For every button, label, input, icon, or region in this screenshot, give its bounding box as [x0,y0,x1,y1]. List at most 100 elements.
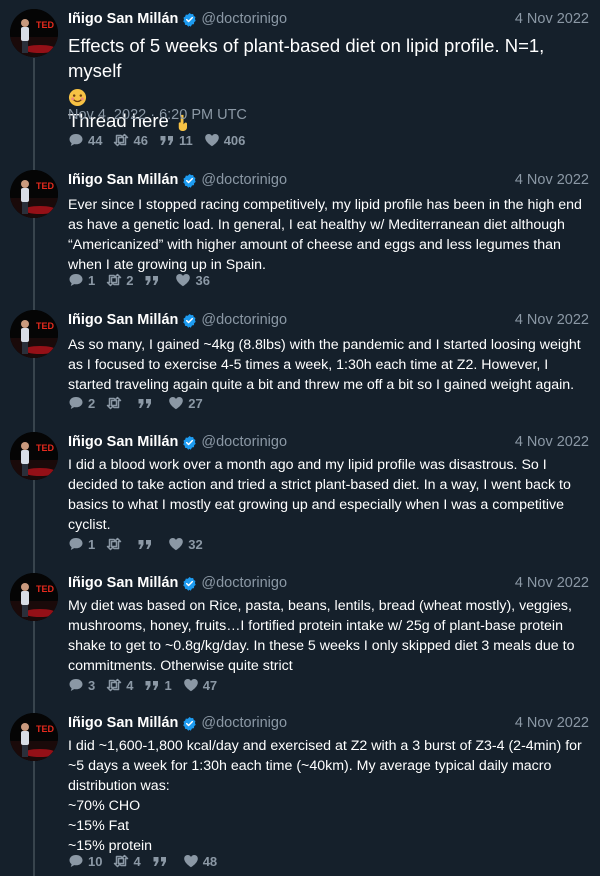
reply-icon [68,536,84,552]
verified-icon [182,435,197,450]
tweet-text-line: “Americanized” with higher amount of che… [68,237,561,253]
quote-count: 11 [178,132,193,148]
quote-button[interactable] [152,853,172,869]
avatar[interactable]: TED [10,310,58,358]
author-handle[interactable]: @doctorinigo [201,312,287,328]
author-name[interactable]: Iñigo San Millán [68,312,178,328]
tweet-text: Ever since I stopped racing competitivel… [68,195,593,275]
tweet-stats: 2 27 [68,395,214,411]
author-handle[interactable]: @doctorinigo [201,172,287,188]
quote-button[interactable]: 1 [144,677,172,693]
reply-icon [68,853,84,869]
tweet-timestamp[interactable]: Nov 4, 2022 · 6:20 PM UTC [68,107,247,123]
author-name[interactable]: Iñigo San Millán [68,172,178,188]
retweet-button[interactable] [106,536,126,552]
quote-button[interactable] [144,272,164,288]
like-count: 36 [195,272,210,288]
smiling-face-emoji-icon [68,88,87,106]
tweet-text-line: ~15% Fat [68,818,130,834]
quote-button[interactable] [137,536,157,552]
verified-icon [182,313,197,328]
heart-icon [168,395,184,411]
reply-button[interactable]: 2 [68,395,95,411]
tweet-text-line: mushrooms, honey, fruits…I fortified pro… [68,618,563,634]
author-handle[interactable]: @doctorinigo [201,715,287,731]
tweet-2[interactable]: TED Iñigo San Millán @doctorinigo 4 Nov … [0,310,600,411]
avatar-ted-logo: TED [36,321,54,331]
tweet-text-line: started traveling again quite a bit and … [68,377,575,393]
verified-icon [182,716,197,731]
author-handle[interactable]: @doctorinigo [201,11,287,27]
tweet-text-line: ~70% CHO [68,798,141,814]
quote-button[interactable] [137,395,157,411]
tweet-3[interactable]: TED Iñigo San Millán @doctorinigo 4 Nov … [0,432,600,552]
like-button[interactable]: 406 [204,132,245,148]
reply-button[interactable]: 1 [68,272,95,288]
tweet-stats: 1 2 36 [68,272,221,288]
like-button[interactable]: 48 [183,853,217,869]
tweet-date[interactable]: 4 Nov 2022 [515,312,589,328]
retweet-button[interactable]: 2 [106,272,133,288]
quote-icon [159,132,175,148]
tweet-5[interactable]: TED Iñigo San Millán @doctorinigo 4 Nov … [0,713,600,876]
reply-button[interactable]: 3 [68,677,95,693]
avatar[interactable]: TED [10,432,58,480]
tweet-date[interactable]: 4 Nov 2022 [515,715,589,731]
author-name[interactable]: Iñigo San Millán [68,434,178,450]
author-name[interactable]: Iñigo San Millán [68,11,178,27]
avatar[interactable]: TED [10,713,58,761]
tweet-4[interactable]: TED Iñigo San Millán @doctorinigo 4 Nov … [0,573,600,693]
tweet-text-line: I did ~1,600-1,800 kcal/day and exercise… [68,738,582,754]
quote-icon [144,272,160,288]
retweet-icon [106,395,122,411]
reply-count: 10 [88,853,103,869]
retweet-button[interactable]: 46 [113,132,148,148]
avatar[interactable]: TED [10,573,58,621]
quote-button[interactable]: 11 [159,132,193,148]
tweet-0[interactable]: TED Iñigo San Millán @doctorinigo 4 Nov … [0,9,600,151]
avatar[interactable]: TED [10,9,58,57]
avatar-image [10,713,58,761]
like-button[interactable]: 27 [168,395,203,411]
avatar-ted-logo: TED [36,181,54,191]
tweet-text: As so many, I gained ~4kg (8.8lbs) with … [68,335,593,395]
tweet-text: My diet was based on Rice, pasta, beans,… [68,596,593,676]
like-count: 27 [188,395,203,411]
tweet-date[interactable]: 4 Nov 2022 [515,434,589,450]
quote-icon [144,677,160,693]
tweet-1[interactable]: TED Iñigo San Millán @doctorinigo 4 Nov … [0,170,600,290]
tweet-stats: 44 46 11 406 [68,132,256,148]
retweet-button[interactable]: 4 [113,853,141,869]
author-name[interactable]: Iñigo San Millán [68,575,178,591]
retweet-count: 2 [126,272,134,288]
author-name[interactable]: Iñigo San Millán [68,715,178,731]
retweet-button[interactable]: 4 [106,677,133,693]
avatar-image [10,170,58,218]
tweet-text-line: Ever since I stopped racing competitivel… [68,197,582,213]
author-handle[interactable]: @doctorinigo [201,434,287,450]
like-button[interactable]: 32 [168,536,203,552]
tweet-date[interactable]: 4 Nov 2022 [515,575,589,591]
like-count: 47 [202,677,218,693]
reply-icon [68,132,84,148]
tweet-text: I did a blood work over a month ago and … [68,455,593,535]
tweet-date[interactable]: 4 Nov 2022 [515,11,589,27]
heart-icon [183,853,199,869]
reply-button[interactable]: 44 [68,132,102,148]
retweet-count: 4 [133,853,141,869]
tweet-date[interactable]: 4 Nov 2022 [515,172,589,188]
reply-icon [68,677,84,693]
author-handle[interactable]: @doctorinigo [201,575,287,591]
like-button[interactable]: 36 [175,272,210,288]
reply-button[interactable]: 1 [68,536,95,552]
retweet-button[interactable] [106,395,126,411]
tweet-text-line: shake to get to ~0.8g/kg/day. In these 5… [68,638,575,654]
reply-button[interactable]: 10 [68,853,102,869]
heart-icon [175,272,191,288]
avatar[interactable]: TED [10,170,58,218]
tweet-text-line: commitments. Otherwise quite strict [68,658,293,674]
quote-count: 1 [164,677,172,693]
retweet-count: 4 [126,677,134,693]
retweet-icon [106,272,122,288]
like-button[interactable]: 47 [183,677,217,693]
